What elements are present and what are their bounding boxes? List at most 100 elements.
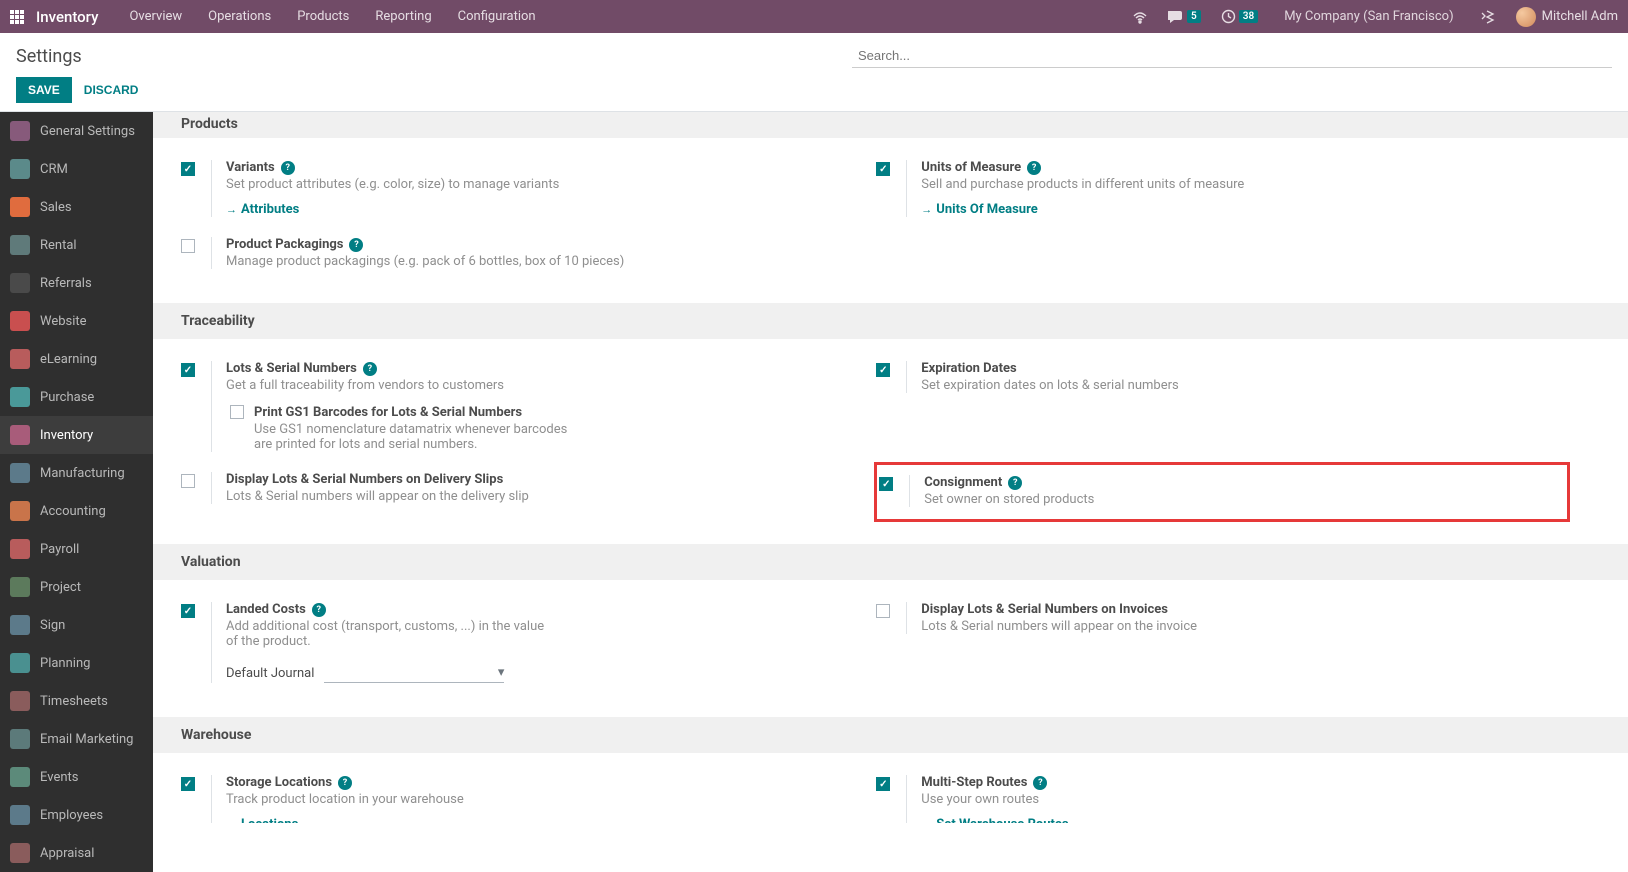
sidebar-app-icon: [10, 653, 30, 673]
sidebar-item-inventory[interactable]: Inventory: [0, 416, 153, 454]
sidebar-item-employees[interactable]: Employees: [0, 796, 153, 834]
discard-button[interactable]: DISCARD: [80, 77, 143, 103]
setting-landed-costs: Landed Costs? Add additional cost (trans…: [181, 596, 876, 697]
sidebar-item-appraisal[interactable]: Appraisal: [0, 834, 153, 872]
menu-operations[interactable]: Operations: [195, 0, 284, 33]
expiration-desc: Set expiration dates on lots & serial nu…: [921, 378, 1571, 393]
wifi-icon[interactable]: [1126, 10, 1154, 24]
help-icon[interactable]: ?: [312, 603, 326, 617]
sidebar-app-icon: [10, 767, 30, 787]
setting-multi-step-routes: Multi-Step Routes? Use your own routes S…: [876, 769, 1571, 823]
user-menu[interactable]: Mitchell Adm: [1510, 7, 1618, 27]
section-products-body: Variants? Set product attributes (e.g. c…: [153, 138, 1628, 303]
checkbox-uom[interactable]: [876, 162, 890, 176]
section-traceability-body: Lots & Serial Numbers? Get a full tracea…: [153, 339, 1628, 544]
journal-label: Default Journal: [226, 666, 314, 681]
routes-title: Multi-Step Routes: [921, 775, 1027, 790]
activities-icon[interactable]: 38: [1215, 9, 1264, 24]
menu-configuration[interactable]: Configuration: [445, 0, 549, 33]
sidebar-item-label: Sign: [40, 618, 65, 633]
setting-display-lots-delivery: Display Lots & Serial Numbers on Deliver…: [181, 466, 876, 524]
sidebar-item-rental[interactable]: Rental: [0, 226, 153, 264]
display-lots-delivery-desc: Lots & Serial numbers will appear on the…: [226, 489, 876, 504]
checkbox-expiration[interactable]: [876, 363, 890, 377]
sidebar-item-label: Accounting: [40, 504, 106, 519]
uom-title: Units of Measure: [921, 160, 1021, 175]
journal-select[interactable]: [324, 663, 504, 683]
sidebar-item-label: Purchase: [40, 390, 94, 405]
company-selector[interactable]: My Company (San Francisco): [1272, 9, 1465, 24]
sidebar-item-label: Manufacturing: [40, 466, 125, 481]
sidebar-item-sign[interactable]: Sign: [0, 606, 153, 644]
navbar-right: 5 38 My Company (San Francisco) Mitchell…: [1126, 7, 1622, 27]
sidebar-app-icon: [10, 501, 30, 521]
sidebar-item-email-marketing[interactable]: Email Marketing: [0, 720, 153, 758]
sidebar-item-accounting[interactable]: Accounting: [0, 492, 153, 530]
uom-desc: Sell and purchase products in different …: [921, 177, 1571, 192]
sidebar-app-icon: [10, 235, 30, 255]
landed-desc: Add additional cost (transport, customs,…: [226, 619, 556, 649]
sidebar-app-icon: [10, 197, 30, 217]
menu-reporting[interactable]: Reporting: [362, 0, 444, 33]
app-brand[interactable]: Inventory: [34, 8, 116, 26]
sidebar-app-icon: [10, 159, 30, 179]
sidebar-item-label: Email Marketing: [40, 732, 133, 747]
help-icon[interactable]: ?: [338, 776, 352, 790]
save-button[interactable]: SAVE: [16, 77, 72, 103]
help-icon[interactable]: ?: [1008, 476, 1022, 490]
sidebar-item-project[interactable]: Project: [0, 568, 153, 606]
sidebar-app-icon: [10, 311, 30, 331]
sidebar-item-manufacturing[interactable]: Manufacturing: [0, 454, 153, 492]
help-icon[interactable]: ?: [1027, 161, 1041, 175]
sidebar-app-icon: [10, 691, 30, 711]
sidebar-app-icon: [10, 729, 30, 749]
debug-icon[interactable]: [1474, 9, 1502, 25]
apps-menu-button[interactable]: [0, 10, 34, 24]
navbar-left: Inventory Overview Operations Products R…: [0, 0, 1126, 33]
sidebar-app-icon: [10, 425, 30, 445]
link-attributes[interactable]: Attributes: [226, 202, 299, 217]
sidebar-app-icon: [10, 273, 30, 293]
messaging-icon[interactable]: 5: [1162, 10, 1207, 24]
sidebar-item-referrals[interactable]: Referrals: [0, 264, 153, 302]
sidebar-item-elearning[interactable]: eLearning: [0, 340, 153, 378]
checkbox-variants[interactable]: [181, 162, 195, 176]
setting-lots: Lots & Serial Numbers? Get a full tracea…: [181, 355, 876, 466]
sidebar-app-icon: [10, 577, 30, 597]
sidebar-item-timesheets[interactable]: Timesheets: [0, 682, 153, 720]
sidebar-item-events[interactable]: Events: [0, 758, 153, 796]
link-uom[interactable]: Units Of Measure: [921, 202, 1037, 217]
help-icon[interactable]: ?: [1033, 776, 1047, 790]
sidebar-item-label: Planning: [40, 656, 90, 671]
search-input[interactable]: [852, 44, 1612, 68]
help-icon[interactable]: ?: [363, 362, 377, 376]
checkbox-routes[interactable]: [876, 777, 890, 791]
link-locations[interactable]: Locations: [226, 817, 298, 823]
sidebar-item-purchase[interactable]: Purchase: [0, 378, 153, 416]
menu-products[interactable]: Products: [284, 0, 362, 33]
checkbox-display-lots-delivery[interactable]: [181, 474, 195, 488]
checkbox-storage[interactable]: [181, 777, 195, 791]
checkbox-packagings[interactable]: [181, 239, 195, 253]
sidebar-item-label: Inventory: [40, 428, 93, 443]
sidebar-item-payroll[interactable]: Payroll: [0, 530, 153, 568]
sidebar-item-general-settings[interactable]: General Settings: [0, 112, 153, 150]
checkbox-landed[interactable]: [181, 604, 195, 618]
avatar-icon: [1516, 7, 1536, 27]
checkbox-display-lots-invoice[interactable]: [876, 604, 890, 618]
checkbox-consignment[interactable]: [879, 477, 893, 491]
section-products-header: Products: [153, 112, 1628, 138]
sidebar-item-label: Timesheets: [40, 694, 108, 709]
menu-overview[interactable]: Overview: [116, 0, 195, 33]
sidebar-item-label: Rental: [40, 238, 77, 253]
sidebar-item-crm[interactable]: CRM: [0, 150, 153, 188]
help-icon[interactable]: ?: [349, 238, 363, 252]
checkbox-lots[interactable]: [181, 363, 195, 377]
link-set-routes[interactable]: Set Warehouse Routes: [921, 817, 1068, 823]
checkbox-gs1[interactable]: [230, 405, 244, 419]
help-icon[interactable]: ?: [281, 161, 295, 175]
sidebar-item-sales[interactable]: Sales: [0, 188, 153, 226]
section-valuation-body: Landed Costs? Add additional cost (trans…: [153, 580, 1628, 717]
sidebar-item-website[interactable]: Website: [0, 302, 153, 340]
sidebar-item-planning[interactable]: Planning: [0, 644, 153, 682]
